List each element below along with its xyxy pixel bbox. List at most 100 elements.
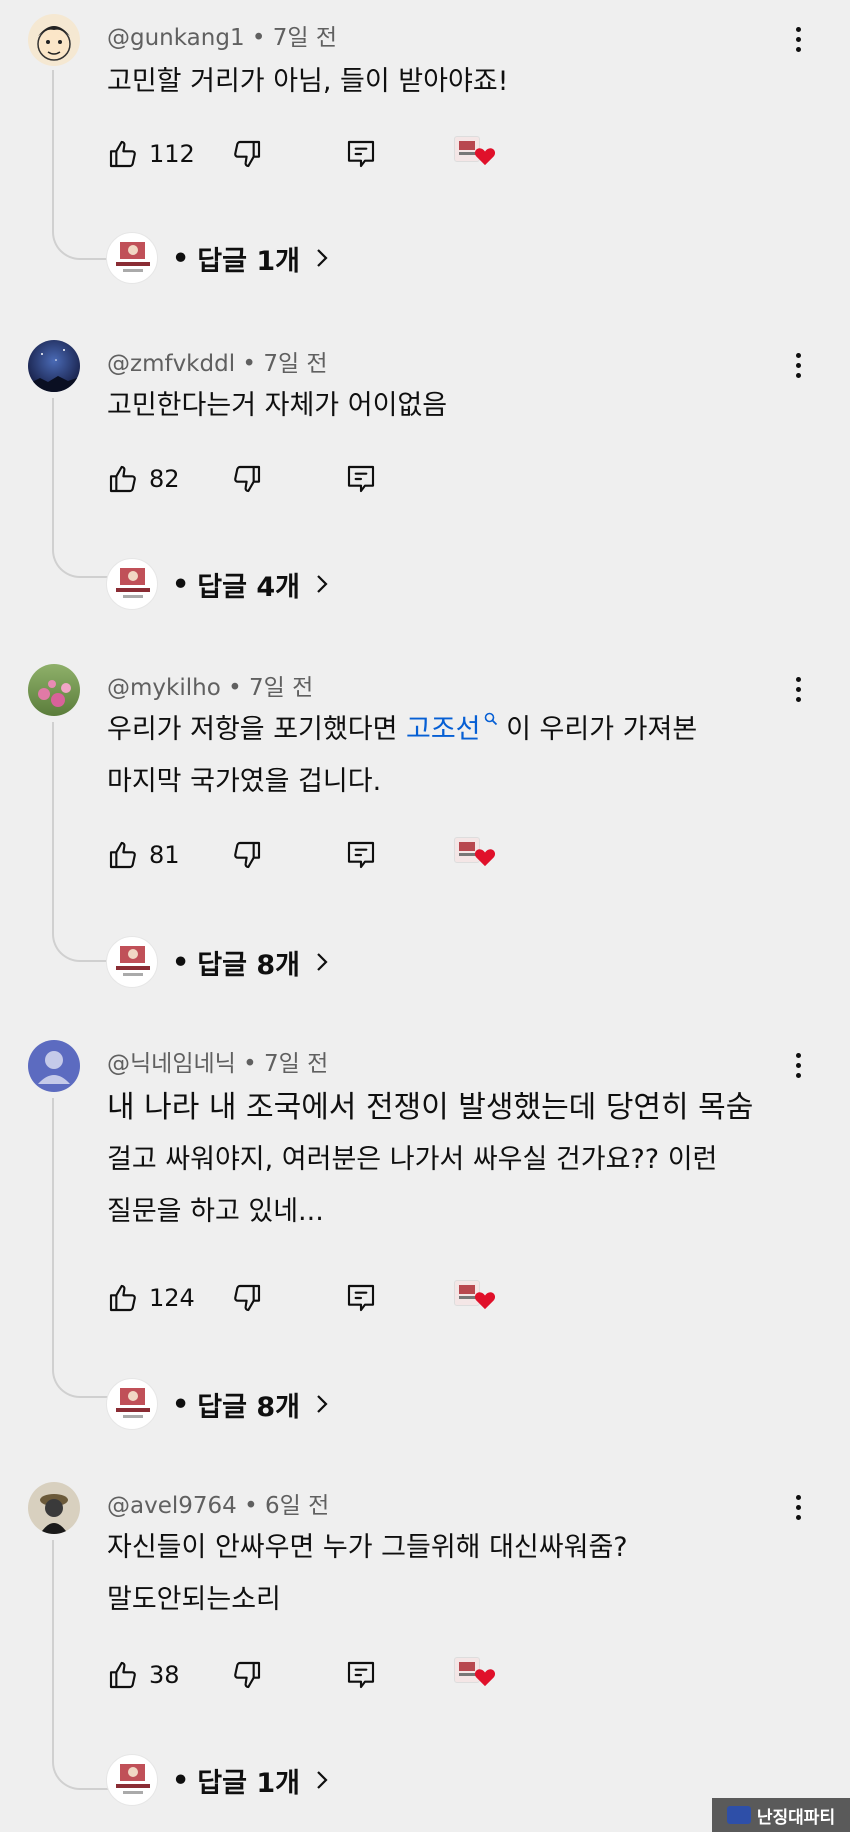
creator-heart-badge bbox=[454, 134, 498, 174]
comment-header: @zmfvkddl • 7일 전 bbox=[107, 344, 328, 378]
avatar[interactable] bbox=[28, 340, 80, 392]
creator-heart-badge bbox=[454, 1655, 498, 1695]
author-handle[interactable]: @닉네임네닉 bbox=[107, 1051, 236, 1077]
chevron-right-icon bbox=[317, 1395, 328, 1413]
dislike-icon bbox=[234, 841, 261, 869]
like-icon bbox=[109, 841, 136, 869]
separator: • bbox=[172, 242, 190, 274]
comment-line: 마지막 국가였을 겁니다. bbox=[107, 766, 382, 797]
search-icon bbox=[484, 712, 497, 726]
comment-line: 고민할 거리가 아님, 들이 받아야죠! bbox=[107, 66, 509, 97]
heart-icon bbox=[474, 148, 496, 166]
author-handle[interactable]: @gunkang1 bbox=[107, 25, 245, 51]
separator: • bbox=[172, 1764, 190, 1796]
more-icon[interactable] bbox=[792, 1495, 804, 1520]
comment-header: @gunkang1 • 7일 전 bbox=[107, 18, 337, 52]
creator-heart-badge bbox=[454, 835, 498, 875]
like-button[interactable]: 82 bbox=[107, 459, 180, 499]
reply-button[interactable] bbox=[345, 459, 377, 499]
author-handle[interactable]: @mykilho bbox=[107, 675, 221, 701]
more-icon[interactable] bbox=[792, 677, 804, 702]
separator: • bbox=[251, 25, 266, 51]
like-count: 124 bbox=[149, 1284, 195, 1312]
avatar[interactable] bbox=[28, 1040, 80, 1092]
thread-line bbox=[52, 1098, 108, 1398]
reply-button[interactable] bbox=[345, 1655, 377, 1695]
reply-button[interactable] bbox=[345, 835, 377, 875]
more-icon[interactable] bbox=[792, 27, 804, 52]
comment-text: 자신들이 안싸우면 누가 그들위해 대신싸워줌? 말도안되는소리 bbox=[107, 1522, 790, 1626]
like-button[interactable]: 112 bbox=[107, 134, 195, 174]
author-handle[interactable]: @zmfvkddl bbox=[107, 351, 235, 377]
comment-line: 내 나라 내 조국에서 전쟁이 발생했는데 당연히 목숨 bbox=[107, 1090, 754, 1125]
creator-avatar bbox=[106, 936, 158, 988]
more-icon[interactable] bbox=[792, 353, 804, 378]
like-count: 112 bbox=[149, 140, 195, 168]
watermark: 난징대파티 bbox=[712, 1798, 850, 1832]
view-replies-button[interactable]: • 답글 8개 bbox=[106, 1378, 330, 1430]
reply-button[interactable] bbox=[345, 1278, 377, 1318]
like-icon bbox=[109, 140, 136, 168]
comment-text: 내 나라 내 조국에서 전쟁이 발생했는데 당연히 목숨 걸고 싸워야지, 여러… bbox=[107, 1082, 790, 1238]
comment-text: 고민할 거리가 아님, 들이 받아야죠! bbox=[107, 56, 790, 108]
avatar[interactable] bbox=[28, 1482, 80, 1534]
comment-text: 우리가 저항을 포기했다면 고조선 이 우리가 가져본 마지막 국가였을 겁니다… bbox=[107, 704, 790, 808]
comment-line: 우리가 저항을 포기했다면 고조선 이 우리가 가져본 bbox=[107, 704, 790, 756]
comment-time: 6일 전 bbox=[264, 1493, 330, 1519]
view-replies-button[interactable]: • 답글 8개 bbox=[106, 936, 330, 988]
thread-line bbox=[52, 1540, 108, 1790]
comment-header: @avel9764 • 6일 전 bbox=[107, 1486, 329, 1520]
separator: • bbox=[244, 1493, 258, 1519]
more-icon[interactable] bbox=[792, 1053, 804, 1078]
reply-icon bbox=[347, 140, 375, 168]
avatar[interactable] bbox=[28, 664, 80, 716]
creator-heart-badge bbox=[454, 1278, 498, 1318]
like-button[interactable]: 38 bbox=[107, 1655, 180, 1695]
separator: • bbox=[242, 351, 256, 377]
dislike-icon bbox=[234, 1661, 261, 1689]
replies-count: 답글 1개 bbox=[197, 1767, 300, 1799]
like-icon bbox=[109, 1284, 136, 1312]
author-handle[interactable]: @avel9764 bbox=[107, 1493, 237, 1519]
like-count: 82 bbox=[149, 465, 180, 493]
comment-time: 7일 전 bbox=[272, 25, 338, 51]
comment-text-segment: 이 우리가 가져본 bbox=[497, 714, 698, 745]
dislike-button[interactable] bbox=[231, 134, 263, 174]
like-count: 81 bbox=[149, 841, 180, 869]
comment-line: 질문을 하고 있네... bbox=[107, 1196, 324, 1227]
heart-icon bbox=[474, 1292, 496, 1310]
dislike-button[interactable] bbox=[231, 1655, 263, 1695]
comment-text-segment: 우리가 저항을 포기했다면 bbox=[107, 714, 406, 745]
replies-count: 답글 8개 bbox=[197, 949, 300, 981]
dislike-button[interactable] bbox=[231, 835, 263, 875]
separator: • bbox=[228, 675, 242, 701]
like-button[interactable]: 124 bbox=[107, 1278, 195, 1318]
separator: • bbox=[172, 1388, 190, 1420]
like-icon bbox=[109, 465, 136, 493]
creator-avatar bbox=[106, 1378, 158, 1430]
reply-icon bbox=[347, 465, 375, 493]
dislike-button[interactable] bbox=[231, 1278, 263, 1318]
heart-icon bbox=[474, 849, 496, 867]
thread-line bbox=[52, 70, 108, 260]
comment-time: 7일 전 bbox=[263, 351, 328, 377]
search-link[interactable]: 고조선 bbox=[406, 712, 498, 745]
search-link-text: 고조선 bbox=[406, 714, 481, 745]
dislike-icon bbox=[234, 1284, 261, 1312]
view-replies-button[interactable]: • 답글 1개 bbox=[106, 1754, 330, 1806]
dislike-button[interactable] bbox=[231, 459, 263, 499]
creator-avatar bbox=[106, 558, 158, 610]
replies-count: 답글 8개 bbox=[197, 1391, 300, 1423]
avatar[interactable] bbox=[28, 14, 80, 66]
view-replies-button[interactable]: • 답글 4개 bbox=[106, 558, 330, 610]
view-replies-button[interactable]: • 답글 1개 bbox=[106, 232, 330, 284]
comment-text: 고민한다는거 자체가 어이없음 bbox=[107, 380, 790, 432]
comment-line: 고민한다는거 자체가 어이없음 bbox=[107, 390, 448, 421]
separator: • bbox=[243, 1051, 257, 1077]
creator-avatar bbox=[106, 1754, 158, 1806]
comment-header: @닉네임네닉 • 7일 전 bbox=[107, 1044, 328, 1078]
reply-icon bbox=[347, 1661, 375, 1689]
comment-line: 자신들이 안싸우면 누가 그들위해 대신싸워줌? bbox=[107, 1532, 628, 1563]
reply-button[interactable] bbox=[345, 134, 377, 174]
like-button[interactable]: 81 bbox=[107, 835, 180, 875]
